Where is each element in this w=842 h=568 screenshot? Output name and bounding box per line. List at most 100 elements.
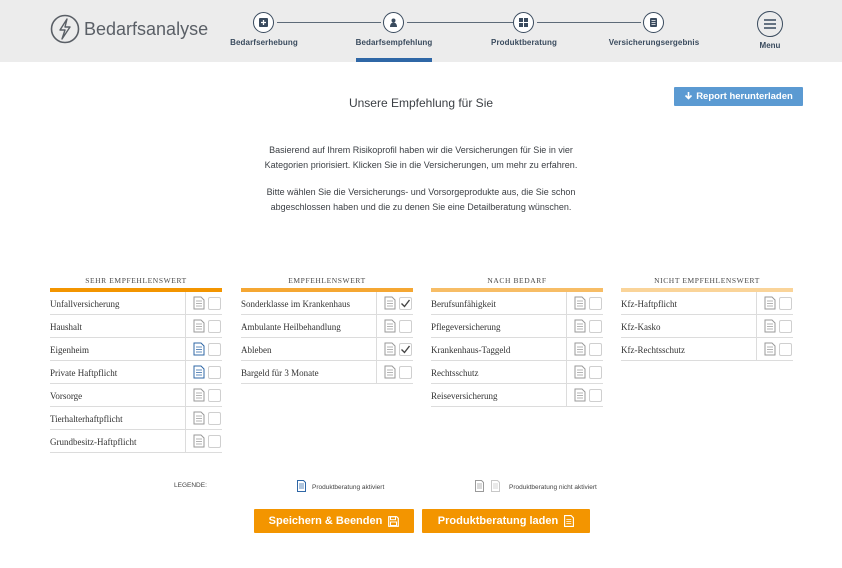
row-divider <box>185 292 186 314</box>
document-inactive-icon[interactable] <box>384 342 396 356</box>
document-inactive-icon[interactable] <box>193 319 205 333</box>
insurance-row[interactable]: Kfz-Haftpflicht <box>621 292 793 315</box>
insurance-row[interactable]: Eigenheim <box>50 338 222 361</box>
row-divider <box>376 361 377 383</box>
category-column: NICHT EMPFEHLENSWERT Kfz-Haftpflicht Kfz-K… <box>621 276 793 361</box>
insurance-name[interactable]: Kfz-Rechtsschutz <box>621 345 685 355</box>
insurance-name[interactable]: Grundbesitz-Haftpflicht <box>50 437 136 447</box>
insurance-name[interactable]: Ambulante Heilbehandlung <box>241 322 341 332</box>
checkbox-checked[interactable] <box>399 343 412 356</box>
step-label: Versicherungsergebnis <box>608 38 700 47</box>
checkbox[interactable] <box>779 297 792 310</box>
checkbox[interactable] <box>779 343 792 356</box>
checkbox[interactable] <box>208 297 221 310</box>
document-inactive-icon[interactable] <box>384 296 396 310</box>
insurance-row[interactable]: Haushalt <box>50 315 222 338</box>
insurance-name[interactable]: Eigenheim <box>50 345 89 355</box>
document-inactive-icon[interactable] <box>574 365 586 379</box>
load-product-consulting-button[interactable]: Produktberatung laden <box>422 509 590 533</box>
insurance-row[interactable]: Bargeld für 3 Monate <box>241 361 413 384</box>
step-produktberatung[interactable]: Produktberatung <box>459 0 589 62</box>
insurance-row[interactable]: Unfallversicherung <box>50 292 222 315</box>
save-button-label: Speichern & Beenden <box>268 515 383 527</box>
document-inactive-icon[interactable] <box>193 411 205 425</box>
document-inactive-icon[interactable] <box>384 365 396 379</box>
checkbox[interactable] <box>208 343 221 356</box>
checkbox[interactable] <box>779 320 792 333</box>
checkbox[interactable] <box>208 320 221 333</box>
document-inactive-icon[interactable] <box>574 319 586 333</box>
checkbox[interactable] <box>208 412 221 425</box>
document-inactive-icon[interactable] <box>764 342 776 356</box>
row-divider <box>566 315 567 337</box>
insurance-row[interactable]: Kfz-Rechtsschutz <box>621 338 793 361</box>
checkbox-checked[interactable] <box>399 297 412 310</box>
instruction-text: Bitte wählen Sie die Versicherungs- und … <box>0 185 842 215</box>
menu-button[interactable] <box>757 11 783 37</box>
insurance-name[interactable]: Pflegeversicherung <box>431 322 500 332</box>
row-divider <box>566 338 567 360</box>
insurance-name[interactable]: Reiseversicherung <box>431 391 497 401</box>
document-inactive-icon[interactable] <box>193 296 205 310</box>
insurance-name[interactable]: Rechtsschutz <box>431 368 479 378</box>
checkbox[interactable] <box>589 389 602 402</box>
insurance-name[interactable]: Bargeld für 3 Monate <box>241 368 319 378</box>
insurance-row[interactable]: Grundbesitz-Haftpflicht <box>50 430 222 453</box>
checkmark-icon <box>401 299 411 308</box>
document-inactive-icon[interactable] <box>574 388 586 402</box>
document-inactive-icon[interactable] <box>764 296 776 310</box>
checkbox[interactable] <box>208 435 221 448</box>
document-active-icon[interactable] <box>193 365 205 379</box>
insurance-name[interactable]: Tierhalterhaftpflicht <box>50 414 123 424</box>
checkbox[interactable] <box>399 366 412 379</box>
insurance-name[interactable]: Kfz-Kasko <box>621 322 661 332</box>
report-download-button[interactable]: Report herunterladen <box>674 87 803 106</box>
checkbox[interactable] <box>589 343 602 356</box>
insurance-row[interactable]: Rechtsschutz <box>431 361 603 384</box>
insurance-name[interactable]: Unfallversicherung <box>50 299 119 309</box>
insurance-row[interactable]: Private Haftpflicht <box>50 361 222 384</box>
insurance-row[interactable]: Vorsorge <box>50 384 222 407</box>
step-bedarfserhebung[interactable]: Bedarfserhebung <box>199 0 329 62</box>
insurance-row[interactable]: Ambulante Heilbehandlung <box>241 315 413 338</box>
insurance-name[interactable]: Krankenhaus-Taggeld <box>431 345 510 355</box>
insurance-name[interactable]: Ableben <box>241 345 272 355</box>
step-bedarfsempfehlung[interactable]: Bedarfsempfehlung <box>329 0 459 62</box>
insurance-row[interactable]: Kfz-Kasko <box>621 315 793 338</box>
row-divider <box>566 384 567 406</box>
row-divider <box>566 361 567 383</box>
save-and-exit-button[interactable]: Speichern & Beenden <box>254 509 414 533</box>
insurance-row[interactable]: Tierhalterhaftpflicht <box>50 407 222 430</box>
checkbox[interactable] <box>208 366 221 379</box>
document-inactive-icon[interactable] <box>193 434 205 448</box>
document-active-icon[interactable] <box>193 342 205 356</box>
row-divider <box>185 430 186 452</box>
insurance-row[interactable]: Sonderklasse im Krankenhaus <box>241 292 413 315</box>
insurance-row[interactable]: Reiseversicherung <box>431 384 603 407</box>
insurance-name[interactable]: Berufsunfähigkeit <box>431 299 496 309</box>
checkbox[interactable] <box>589 320 602 333</box>
insurance-name[interactable]: Private Haftpflicht <box>50 368 117 378</box>
document-inactive-icon[interactable] <box>764 319 776 333</box>
checkbox[interactable] <box>208 389 221 402</box>
insurance-name[interactable]: Sonderklasse im Krankenhaus <box>241 299 350 309</box>
insurance-name[interactable]: Haushalt <box>50 322 82 332</box>
checkbox[interactable] <box>589 366 602 379</box>
insurance-row[interactable]: Berufsunfähigkeit <box>431 292 603 315</box>
document-inactive-icon[interactable] <box>574 296 586 310</box>
checkbox[interactable] <box>589 297 602 310</box>
document-inactive-icon[interactable] <box>193 388 205 402</box>
hamburger-icon <box>764 19 776 29</box>
document-inactive-icon[interactable] <box>574 342 586 356</box>
document-inactive-icon[interactable] <box>384 319 396 333</box>
insurance-name[interactable]: Vorsorge <box>50 391 82 401</box>
insurance-row[interactable]: Krankenhaus-Taggeld <box>431 338 603 361</box>
insurance-row[interactable]: Ableben <box>241 338 413 361</box>
insurance-name[interactable]: Kfz-Haftpflicht <box>621 299 677 309</box>
insurance-row[interactable]: Pflegeversicherung <box>431 315 603 338</box>
row-divider <box>185 315 186 337</box>
load-button-label: Produktberatung laden <box>437 515 559 527</box>
checkbox[interactable] <box>399 320 412 333</box>
row-divider <box>756 315 757 337</box>
step-versicherungsergebnis[interactable]: Versicherungsergebnis <box>589 0 719 62</box>
